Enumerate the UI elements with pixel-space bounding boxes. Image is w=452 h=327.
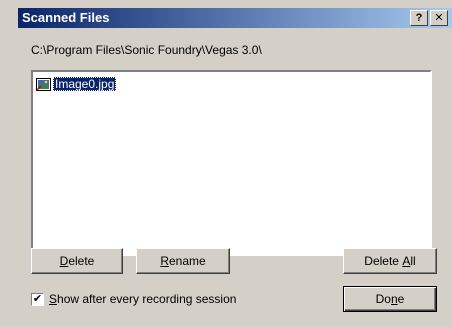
done-label-mnemonic: n [390, 292, 398, 306]
rename-label-mnemonic: R [160, 254, 169, 268]
window-title: Scanned Files [22, 10, 110, 25]
checkbox-label-mnemonic: S [49, 292, 58, 306]
rename-label-post: ename [168, 254, 206, 268]
delete-button[interactable]: Delete [31, 248, 123, 274]
image-file-icon [36, 77, 51, 91]
done-label-pre: Do [375, 292, 391, 306]
scanned-files-dialog: Scanned Files ? ✕ C:\Program Files\Sonic… [0, 0, 452, 327]
delete-label-mnemonic: D [59, 254, 69, 268]
dialog-content: C:\Program Files\Sonic Foundry\Vegas 3.0… [18, 28, 452, 327]
delete-label-post: elete [68, 254, 95, 268]
folder-path: C:\Program Files\Sonic Foundry\Vegas 3.0… [31, 43, 262, 57]
scanned-files-list[interactable]: Image0.jpg [31, 70, 432, 256]
done-button[interactable]: Do n e [343, 286, 437, 312]
done-label-post: e [397, 292, 405, 306]
show-after-session-option[interactable]: ✔ Show after every recording session [31, 292, 236, 306]
rename-button[interactable]: Rename [136, 248, 230, 274]
list-item[interactable]: Image0.jpg [36, 76, 117, 92]
delete-all-button[interactable]: Delete All [343, 248, 437, 274]
file-name: Image0.jpg [53, 77, 117, 91]
checkbox-label-post: how after every recording session [57, 292, 237, 306]
show-after-session-checkbox[interactable]: ✔ [31, 292, 44, 306]
title-bar[interactable]: Scanned Files ? ✕ [18, 8, 452, 28]
delete-all-label-pre: Delete [364, 254, 403, 268]
delete-all-label-mnemonic: A [402, 254, 411, 268]
delete-all-label-post: ll [410, 254, 416, 268]
help-button[interactable]: ? [410, 10, 428, 26]
close-button[interactable]: ✕ [430, 10, 448, 26]
